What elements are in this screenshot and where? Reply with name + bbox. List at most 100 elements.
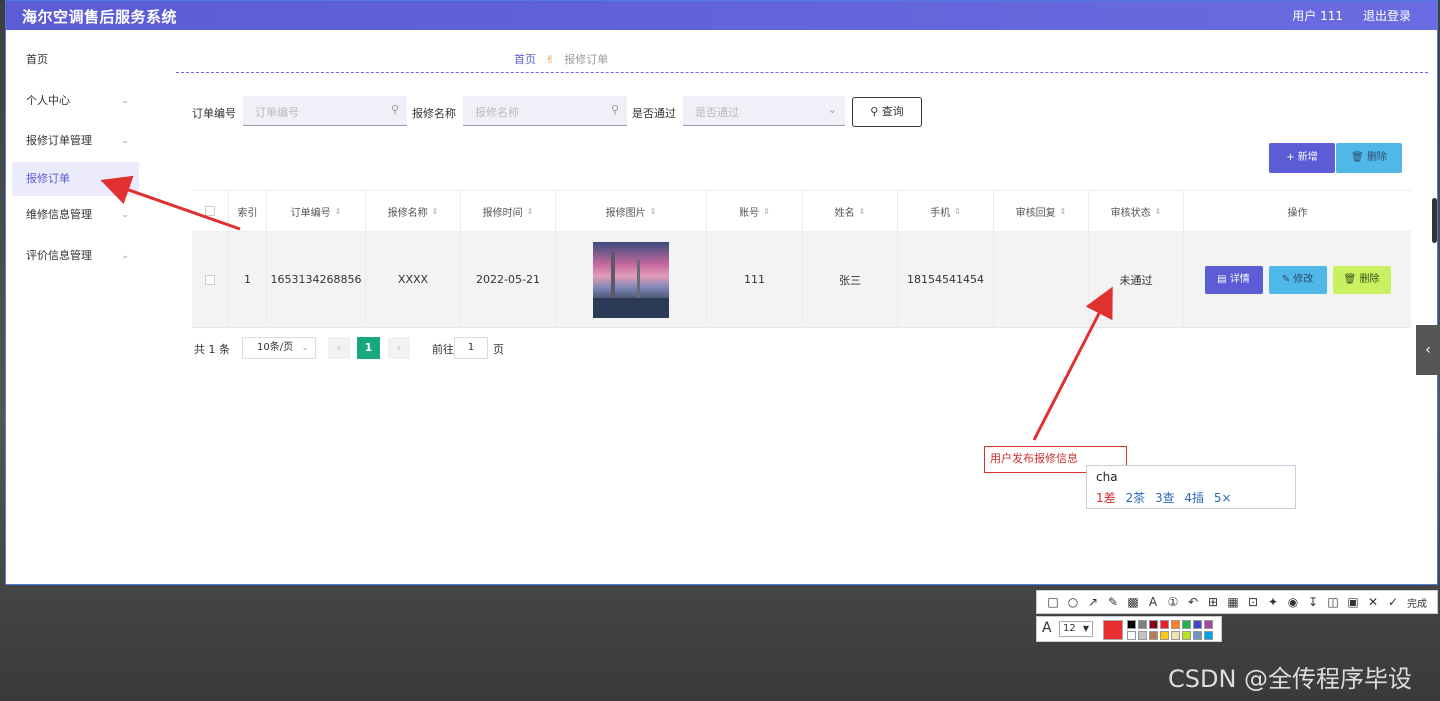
breadcrumb-current: 报修订单 (564, 53, 609, 66)
scan-icon[interactable]: ⊡ (1243, 592, 1263, 612)
text-icon[interactable]: A (1143, 592, 1163, 612)
crop-icon[interactable]: ⊞ (1203, 592, 1223, 612)
cell-account: 111 (707, 232, 803, 327)
add-button-label: 新增 (1297, 152, 1318, 163)
batch-delete-button[interactable]: 🗑 删除 (1336, 143, 1402, 173)
color-swatch[interactable] (1149, 620, 1158, 629)
search-icon: ⚲ (390, 103, 399, 116)
ime-candidate[interactable]: 5× (1214, 491, 1232, 505)
passed-select[interactable]: 是否通过 ⌄ (683, 96, 845, 126)
check-icon[interactable]: ✓ (1383, 592, 1403, 612)
scrollbar-thumb[interactable] (1432, 198, 1437, 243)
next-page-button[interactable]: › (388, 337, 410, 359)
goto-page-input[interactable]: 1 (454, 337, 488, 359)
logout-link[interactable]: 退出登录 (1363, 7, 1411, 24)
rectangle-icon[interactable]: □ (1043, 592, 1063, 612)
color-swatch[interactable] (1138, 631, 1147, 640)
sidebar-item-personal-center[interactable]: 个人中心 ⌄ (12, 84, 139, 118)
edit-button[interactable]: ✎ 修改 (1268, 265, 1327, 294)
color-swatch[interactable] (1127, 620, 1136, 629)
page-size-select[interactable]: 10条/页 ⌄ (242, 337, 316, 359)
order-no-input[interactable]: 订单编号 ⚲ (243, 96, 407, 126)
col-repair-time[interactable]: 报修时间 ⇕ (461, 191, 556, 231)
col-repair-image[interactable]: 报修图片 ⇕ (556, 191, 707, 231)
sidebar-item-label: 首页 (26, 53, 48, 66)
ime-candidate[interactable]: 3查 (1155, 491, 1175, 505)
col-review-reply[interactable]: 审核回复 ⇕ (994, 191, 1089, 231)
color-swatch[interactable] (1171, 631, 1180, 640)
row-checkbox[interactable] (192, 232, 229, 327)
color-swatch[interactable] (1204, 631, 1213, 640)
undo-icon[interactable]: ↶ (1183, 592, 1203, 612)
passed-placeholder: 是否通过 (695, 106, 739, 119)
record-icon[interactable]: ◉ (1283, 592, 1303, 612)
color-swatch[interactable] (1127, 631, 1136, 640)
query-button-label: 查询 (881, 105, 904, 118)
bookmark-icon[interactable]: ▣ (1343, 592, 1363, 612)
arrow-icon[interactable]: ↗ (1083, 592, 1103, 612)
sort-icon: ⇕ (334, 206, 342, 216)
col-account[interactable]: 账号 ⇕ (707, 191, 803, 231)
ime-candidate[interactable]: 4插 (1184, 491, 1204, 505)
sidebar-item-repair-order-management[interactable]: 报修订单管理 ⌄ (12, 124, 139, 158)
color-swatch[interactable] (1182, 620, 1191, 629)
pen-icon[interactable]: ✎ (1103, 592, 1123, 612)
save-icon[interactable]: ◫ (1323, 592, 1343, 612)
ime-candidate[interactable]: 2茶 (1125, 491, 1145, 505)
color-swatch[interactable] (1160, 631, 1169, 640)
detail-button[interactable]: ▤ 详情 (1204, 265, 1263, 294)
done-button[interactable]: 完成 (1407, 595, 1427, 610)
row-delete-button[interactable]: 🗑 删除 (1332, 265, 1391, 294)
watermark: CSDN @全传程序毕设 (1168, 665, 1413, 693)
ime-candidate[interactable]: 1差 (1096, 491, 1116, 505)
sort-icon: ⇕ (954, 206, 961, 216)
color-swatch[interactable] (1193, 620, 1202, 629)
sidebar-item-repair-order[interactable]: 报修订单 (12, 162, 139, 196)
pin-icon[interactable]: ✦ (1263, 592, 1283, 612)
repair-name-input[interactable]: 报修名称 ⚲ (463, 96, 627, 126)
sidebar-item-home[interactable]: 首页 (12, 43, 139, 77)
repair-image-thumbnail[interactable] (593, 241, 669, 318)
mosaic-icon[interactable]: ▩ (1123, 592, 1143, 612)
current-color-swatch[interactable] (1103, 620, 1123, 640)
col-order-no[interactable]: 订单编号 ⇕ (267, 191, 366, 231)
trash-icon: 🗑 (1343, 273, 1357, 285)
color-swatch[interactable] (1171, 620, 1180, 629)
col-name[interactable]: 姓名 ⇕ (803, 191, 898, 231)
color-swatch[interactable] (1182, 631, 1191, 640)
breadcrumb-home[interactable]: 首页 (514, 53, 536, 66)
query-button[interactable]: ⚲ 查询 (852, 97, 922, 127)
sidebar-item-maintenance-info[interactable]: 维修信息管理 ⌄ (12, 198, 139, 232)
sidebar-item-review-info[interactable]: 评价信息管理 ⌄ (12, 239, 139, 273)
color-swatch[interactable] (1149, 631, 1158, 640)
chevron-left-icon[interactable]: ‹ (1416, 325, 1440, 375)
prev-page-button[interactable]: ‹ (328, 337, 350, 359)
col-review-status[interactable]: 审核状态 ⇕ (1089, 191, 1184, 231)
font-size-select[interactable]: 12 ▼ (1059, 621, 1093, 637)
col-repair-name[interactable]: 报修名称 ⇕ (366, 191, 461, 231)
ime-typed-text: cha (1096, 470, 1118, 484)
pencil-icon: ✎ (1281, 273, 1291, 285)
color-swatch[interactable] (1160, 620, 1169, 629)
chevron-down-icon: ⌄ (121, 136, 129, 146)
color-swatch[interactable] (1204, 620, 1213, 629)
download-icon[interactable]: ↧ (1303, 592, 1323, 612)
close-icon[interactable]: ✕ (1363, 592, 1383, 612)
table-header: 索引 订单编号 ⇕ 报修名称 ⇕ 报修时间 ⇕ 报修图片 ⇕ 账号 ⇕ 姓名 ⇕ 手机 ⇕ 审… (192, 190, 1411, 232)
col-phone[interactable]: 手机 ⇕ (898, 191, 994, 231)
ocr-icon[interactable]: ▦ (1223, 592, 1243, 612)
add-button[interactable]: + 新增 (1269, 143, 1335, 173)
page-number-current[interactable]: 1 (357, 337, 380, 359)
chevron-down-icon: ⌄ (121, 251, 129, 261)
number-icon[interactable]: ① (1163, 592, 1183, 612)
col-index: 索引 (229, 191, 267, 231)
select-all-checkbox[interactable] (192, 191, 229, 231)
plus-icon: + (1286, 152, 1295, 163)
cell-review-status: 未通过 (1089, 232, 1184, 327)
chevron-down-icon: ⌄ (121, 96, 129, 106)
circle-icon[interactable]: ○ (1063, 592, 1083, 612)
color-swatch[interactable] (1193, 631, 1202, 640)
page-suffix: 页 (493, 343, 504, 356)
color-swatch[interactable] (1138, 620, 1147, 629)
table-row: 1 1653134268856 XXXX 2022-05-21 111 张三 1… (192, 232, 1411, 328)
